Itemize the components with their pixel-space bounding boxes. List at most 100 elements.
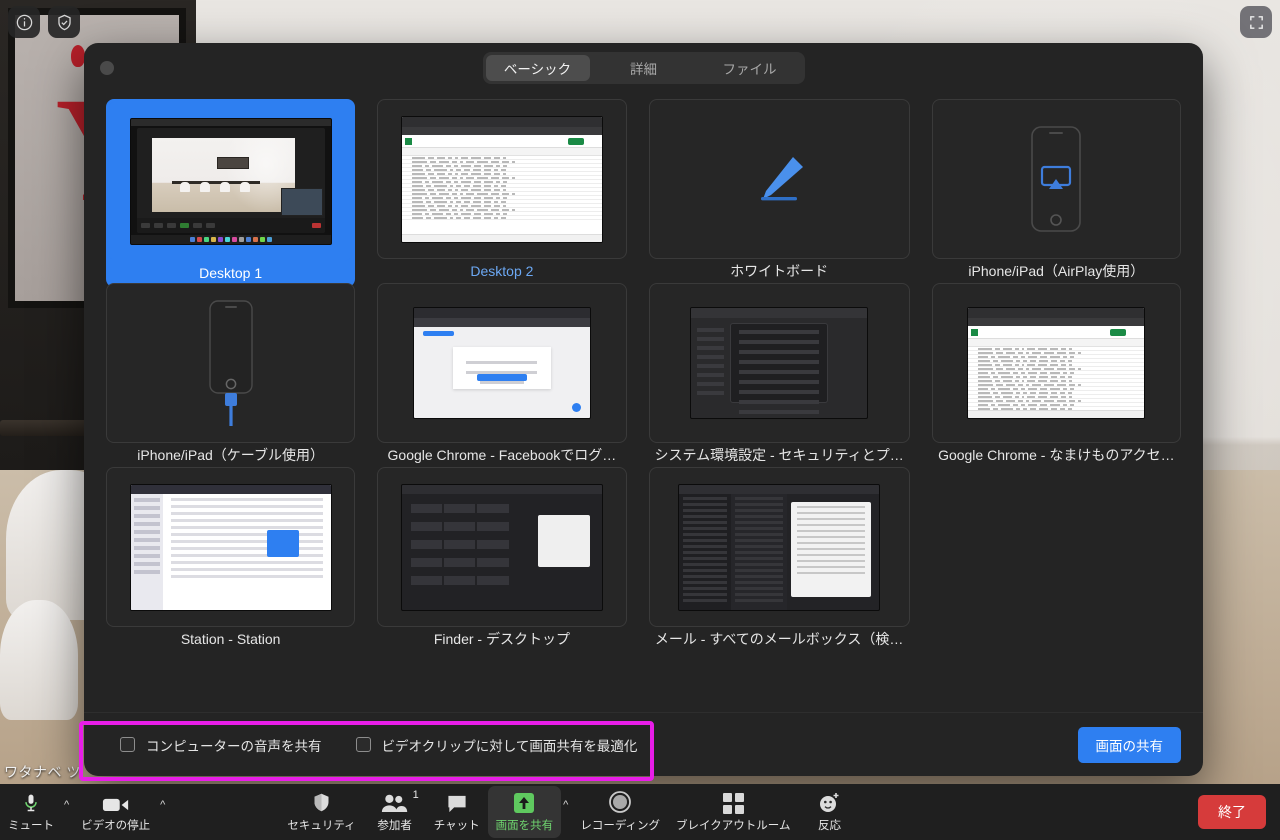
share-up-arrow-icon <box>511 791 537 814</box>
security-button[interactable]: セキュリティ <box>279 786 363 838</box>
share-source-label: Google Chrome - Facebookでログ… <box>387 447 617 463</box>
share-source-label: Desktop 1 <box>199 265 263 281</box>
tab-files[interactable]: ファイル <box>698 55 802 81</box>
video-group[interactable]: ビデオの停止 ^ <box>73 786 169 838</box>
desktop-1-card[interactable]: Desktop 1 <box>106 99 356 287</box>
option-label: ビデオクリップに対して画面共有を最適化 <box>381 738 638 754</box>
airplay-card[interactable] <box>931 99 1181 259</box>
share-source-label: Finder - デスクトップ <box>433 631 570 647</box>
participant-name-label: ワタナベ ツ <box>4 764 81 780</box>
share-screen-toolbar-button[interactable]: 画面を共有 <box>487 786 562 838</box>
thumbnail-zoom-meeting <box>129 117 332 245</box>
breakout-label: ブレイクアウトルーム <box>676 820 791 832</box>
cable-card[interactable] <box>106 283 356 443</box>
share-source-cell[interactable]: Desktop 1 <box>106 99 356 287</box>
share-options-caret-icon[interactable]: ^ <box>559 799 572 811</box>
reactions-label: 反応 <box>817 820 841 832</box>
option-share-computer-audio[interactable]: コンピューターの音声を共有 <box>120 735 322 755</box>
tab-advanced[interactable]: 詳細 <box>592 55 696 81</box>
end-meeting-button[interactable]: 終了 <box>1198 795 1266 829</box>
whiteboard-icon <box>650 100 909 258</box>
share-source-label: iPhone/iPad（AirPlay使用） <box>968 263 1145 279</box>
share-source-cell[interactable]: Station - Station <box>106 467 356 651</box>
whiteboard-card[interactable] <box>648 99 910 259</box>
thumb-wrap <box>109 102 352 260</box>
share-label: 画面を共有 <box>495 820 554 832</box>
participants-button[interactable]: 参加者 1 <box>364 786 426 838</box>
dialog-tabs[interactable]: ベーシック 詳細 ファイル <box>482 52 805 84</box>
chat-label: チャット <box>433 820 480 832</box>
stop-video-button[interactable]: ビデオの停止 <box>73 786 158 838</box>
cable-icon <box>107 284 354 442</box>
share-screen-button[interactable]: 画面の共有 <box>1077 726 1181 763</box>
share-source-label: iPhone/iPad（ケーブル使用） <box>137 447 324 463</box>
window-mail-card[interactable] <box>648 467 910 627</box>
thumbnail-mail <box>678 483 881 611</box>
share-source-cell[interactable]: Desktop 2 <box>377 99 627 283</box>
camera-icon <box>102 791 130 814</box>
share-source-cell[interactable]: Google Chrome - なまけものアクセ… <box>931 283 1181 467</box>
tab-basic[interactable]: ベーシック <box>485 55 590 81</box>
fullscreen-corners-icon[interactable] <box>1240 6 1272 38</box>
share-source-cell[interactable]: メール - すべてのメールボックス（検… <box>648 467 910 651</box>
share-source-cell[interactable]: システム環境設定 - セキュリティとプ… <box>648 283 910 467</box>
shield-check-icon[interactable] <box>48 6 80 38</box>
share-source-label: Desktop 2 <box>470 263 534 279</box>
mute-group[interactable]: ミュート ^ <box>0 786 73 838</box>
mute-label: ミュート <box>8 820 54 832</box>
meeting-toolbar: ミュート ^ ビデオの停止 ^ セキュリティ 参加者 1 チャット 画面を共有 … <box>0 784 1280 840</box>
video-label: ビデオの停止 <box>81 820 151 832</box>
dialog-header: ベーシック 詳細 ファイル <box>84 43 1203 93</box>
dialog-footer: コンピューターの音声を共有 ビデオクリップに対して画面共有を最適化 画面の共有 <box>84 712 1203 776</box>
thumbnail-finder <box>400 483 603 611</box>
checkbox-optimize-video-clip[interactable] <box>355 737 371 752</box>
window-chrome-sheet-card[interactable] <box>931 283 1181 443</box>
record-button[interactable]: レコーディング <box>572 786 668 838</box>
window-finder-card[interactable] <box>377 467 627 627</box>
share-source-cell[interactable]: iPhone/iPad（AirPlay使用） <box>931 99 1181 283</box>
thumbnail-spreadsheet <box>400 115 603 243</box>
share-source-label: Google Chrome - なまけものアクセ… <box>938 447 1175 463</box>
share-source-label: ホワイトボード <box>730 263 829 279</box>
microphone-icon <box>21 791 41 814</box>
security-label: セキュリティ <box>287 820 356 832</box>
record-circle-icon <box>608 791 632 814</box>
option-optimize-video-clip[interactable]: ビデオクリップに対して画面共有を最適化 <box>355 735 638 755</box>
share-source-cell[interactable]: iPhone/iPad（ケーブル使用） <box>106 283 356 467</box>
close-icon[interactable] <box>100 61 114 75</box>
thumbnail-chrome-facebook <box>412 307 591 419</box>
chat-button[interactable]: チャット <box>426 786 488 838</box>
mute-button[interactable]: ミュート <box>0 786 62 838</box>
share-source-cell[interactable]: Finder - デスクトップ <box>377 467 627 651</box>
window-station-card[interactable] <box>106 467 356 627</box>
window-chrome-facebook-card[interactable] <box>377 283 627 443</box>
chair-2 <box>0 600 78 720</box>
share-source-label: システム環境設定 - セキュリティとプ… <box>654 447 904 463</box>
checkbox-share-computer-audio[interactable] <box>120 737 135 752</box>
option-label: コンピューターの音声を共有 <box>146 738 322 754</box>
breakout-rooms-button[interactable]: ブレイクアウトルーム <box>668 786 798 838</box>
overlay-top-left-badges[interactable] <box>8 6 80 38</box>
participants-count: 1 <box>412 789 419 801</box>
share-source-label: メール - すべてのメールボックス（検… <box>654 631 904 647</box>
share-group[interactable]: 画面を共有 ^ <box>487 786 573 838</box>
window-system-prefs-card[interactable] <box>648 283 910 443</box>
reactions-button[interactable]: 反応 <box>798 786 860 838</box>
desktop-2-thumbnail[interactable] <box>377 99 627 259</box>
desktop-1-thumbnail[interactable] <box>108 101 354 261</box>
share-source-cell[interactable]: Google Chrome - Facebookでログ… <box>377 283 627 467</box>
share-source-cell[interactable]: ホワイトボード <box>648 99 910 283</box>
four-squares-icon <box>722 791 744 814</box>
share-source-grid: Desktop 1 Desktop 2 ホワイトボード iPhone/iPad（… <box>84 93 1203 712</box>
share-screen-dialog: ベーシック 詳細 ファイル Desktop 1 Desktop 2 ホワイトボー… <box>84 43 1203 776</box>
participants-label: 参加者 <box>377 820 412 832</box>
smiley-plus-icon <box>817 791 841 814</box>
thumbnail-chrome-sheet <box>967 307 1146 419</box>
share-source-label: Station - Station <box>180 631 281 647</box>
info-circle-icon[interactable] <box>8 6 40 38</box>
share-source-cell-empty <box>932 467 1181 651</box>
thumbnail-station <box>129 483 332 611</box>
shield-icon <box>311 791 332 814</box>
record-label: レコーディング <box>580 820 661 832</box>
chat-bubble-icon <box>445 791 469 814</box>
